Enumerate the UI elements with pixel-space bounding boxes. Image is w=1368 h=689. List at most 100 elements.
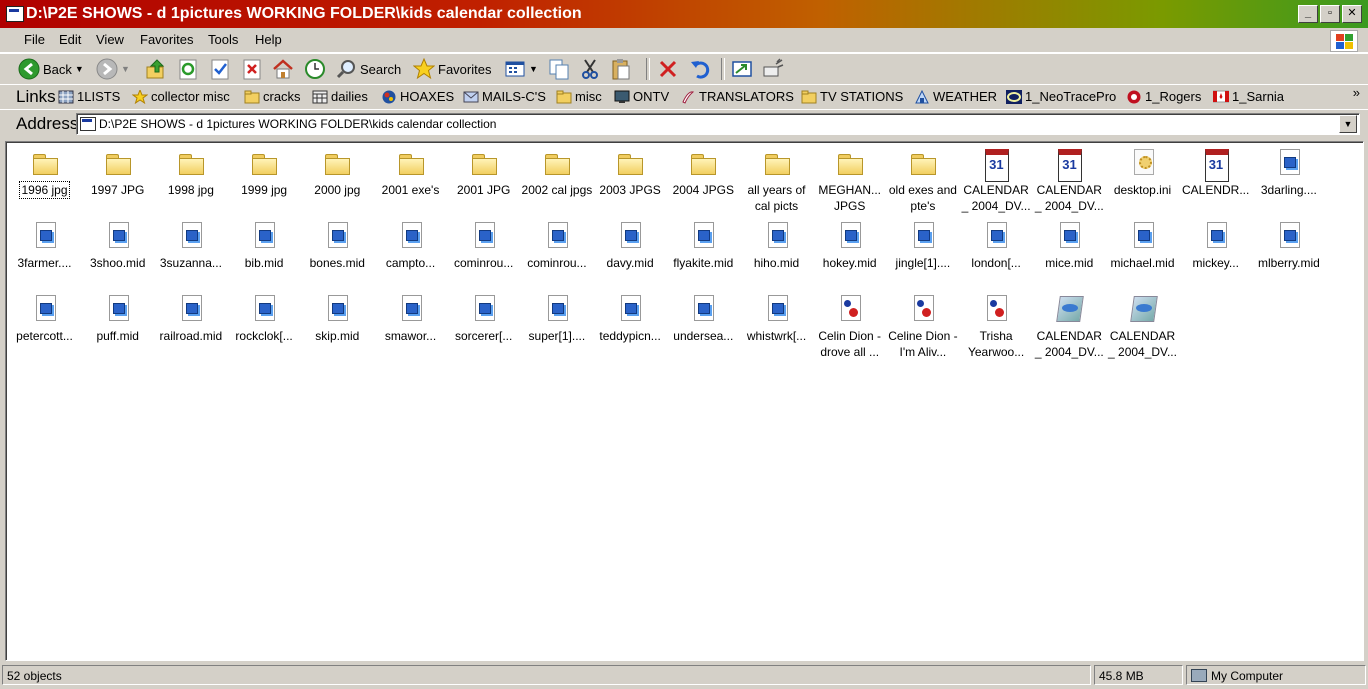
folder-item[interactable]: 2001 JPG [447,146,520,198]
link-translators[interactable]: TRANSLATORS [680,89,794,104]
file-item[interactable]: 3darling.... [1252,146,1325,198]
address-dropdown-icon[interactable]: ▼ [1339,115,1357,133]
address-input[interactable]: D:\P2E SHOWS - d 1pictures WORKING FOLDE… [76,113,1360,135]
history-button[interactable] [304,58,326,80]
link-misc[interactable]: misc [556,89,602,104]
menu-tools[interactable]: Tools [208,32,238,47]
file-item[interactable]: flyakite.mid [667,219,740,271]
link-ontv[interactable]: ONTV [614,89,669,104]
file-item[interactable]: Celin Dion - drove all ... [813,292,886,360]
file-item[interactable]: teddypicn... [594,292,667,344]
file-item[interactable]: 3farmer.... [8,219,81,271]
menu-view[interactable]: View [96,32,124,47]
file-item[interactable]: hiho.mid [740,219,813,271]
file-item[interactable]: CALENDAR_ 2004_DV... [1106,292,1179,360]
back-dropdown-icon[interactable]: ▼ [75,64,84,74]
file-item[interactable]: railroad.mid [154,292,227,344]
file-item[interactable]: jingle[1].... [886,219,959,271]
folder-item[interactable]: 1997 JPG [81,146,154,198]
file-item[interactable]: 3suzanna... [154,219,227,271]
folder-item[interactable]: 2002 cal jpgs [520,146,593,198]
file-item[interactable]: petercott... [8,292,81,344]
link-1lists[interactable]: 1LISTS [58,89,120,104]
folder-item[interactable]: 1998 jpg [154,146,227,198]
file-item[interactable]: CALENDAR_ 2004_DV... [1033,146,1106,214]
minimize-button[interactable]: _ [1298,5,1318,23]
title-bar[interactable]: D:\P2E SHOWS - d 1pictures WORKING FOLDE… [0,0,1368,28]
up-folder-button[interactable] [145,58,167,80]
link-hoaxes[interactable]: HOAXES [381,89,454,104]
link-tv-stations[interactable]: TV STATIONS [801,89,903,104]
file-item[interactable]: CALENDR... [1179,146,1252,198]
link-collector-misc[interactable]: collector misc [131,88,230,104]
link-neotracepro[interactable]: 1_NeoTracePro [1006,89,1116,104]
file-item[interactable]: michael.mid [1106,219,1179,271]
file-item[interactable]: bib.mid [228,219,301,271]
home-button[interactable] [272,58,294,80]
link-dailies[interactable]: dailies [312,89,368,104]
file-item[interactable]: CALENDAR_ 2004_DV... [960,146,1033,214]
map-drive-button[interactable] [731,58,753,80]
file-item[interactable]: skip.mid [301,292,374,344]
folder-item[interactable]: old exes and pte's [886,146,959,214]
cut-button[interactable] [579,58,601,80]
file-item[interactable]: desktop.ini [1106,146,1179,198]
file-item[interactable]: super[1].... [520,292,593,344]
search-button[interactable]: Search [335,58,401,80]
file-item[interactable]: Trisha Yearwoo... [960,292,1033,360]
file-item[interactable]: cominrou... [447,219,520,271]
folder-item[interactable]: 2004 JPGS [667,146,740,198]
links-more-chevron[interactable]: » [1353,85,1360,100]
close-button[interactable]: ✕ [1342,5,1362,23]
link-rogers[interactable]: 1_Rogers [1126,89,1201,104]
restore-button[interactable]: ▫ [1320,5,1340,23]
folder-item[interactable]: 2001 exe's [374,146,447,198]
favorites-button[interactable]: Favorites [412,57,491,80]
file-item[interactable]: sorcerer[... [447,292,520,344]
file-item[interactable]: whistwrk[... [740,292,813,344]
file-item[interactable]: mice.mid [1033,219,1106,271]
views-button[interactable]: ▼ [504,58,538,80]
file-item[interactable]: 3shoo.mid [81,219,154,271]
link-mails-cs[interactable]: MAILS-C'S [463,89,546,104]
paste-button[interactable] [610,58,632,80]
folder-item[interactable]: 2000 jpg [301,146,374,198]
forward-button[interactable]: ▼ [96,58,130,80]
link-weather[interactable]: WEATHER [914,89,997,104]
folder-item[interactable]: MEGHAN... JPGS [813,146,886,214]
file-item[interactable]: smawor... [374,292,447,344]
file-list-view[interactable]: 1996 jpg 1997 JPG 1998 jpg 1999 jpg 2000 jpg… [5,141,1364,661]
menu-help[interactable]: Help [255,32,282,47]
refresh-button[interactable] [177,58,199,80]
stop-button[interactable] [241,58,263,80]
file-item[interactable]: Celine Dion - I'm Aliv... [886,292,959,360]
file-item[interactable]: CALENDAR_ 2004_DV... [1033,292,1106,360]
folder-window-icon[interactable] [6,6,24,22]
properties-button[interactable] [209,58,231,80]
file-item[interactable]: hokey.mid [813,219,886,271]
delete-button[interactable] [657,58,679,80]
link-cracks[interactable]: cracks [244,89,301,104]
link-sarnia[interactable]: 1_Sarnia [1212,89,1284,104]
file-item[interactable]: davy.mid [594,219,667,271]
menu-favorites[interactable]: Favorites [140,32,193,47]
folder-item[interactable]: 1999 jpg [228,146,301,198]
file-item[interactable]: rockclok[... [228,292,301,344]
forward-dropdown-icon[interactable]: ▼ [121,64,130,74]
file-item[interactable]: mickey... [1179,219,1252,271]
folder-item[interactable]: 2003 JPGS [594,146,667,198]
views-dropdown-icon[interactable]: ▼ [529,64,538,74]
file-item[interactable]: campto... [374,219,447,271]
file-item[interactable]: cominrou... [520,219,593,271]
disconnect-button[interactable] [762,58,784,80]
copy-to-button[interactable] [548,58,570,80]
menu-edit[interactable]: Edit [59,32,81,47]
file-item[interactable]: mlberry.mid [1252,219,1325,271]
file-item[interactable]: undersea... [667,292,740,344]
back-button[interactable]: Back ▼ [18,58,84,80]
file-item[interactable]: bones.mid [301,219,374,271]
undo-button[interactable] [689,58,711,80]
file-item[interactable]: puff.mid [81,292,154,344]
file-item[interactable]: london[... [960,219,1033,271]
folder-item[interactable]: 1996 jpg [8,146,81,199]
